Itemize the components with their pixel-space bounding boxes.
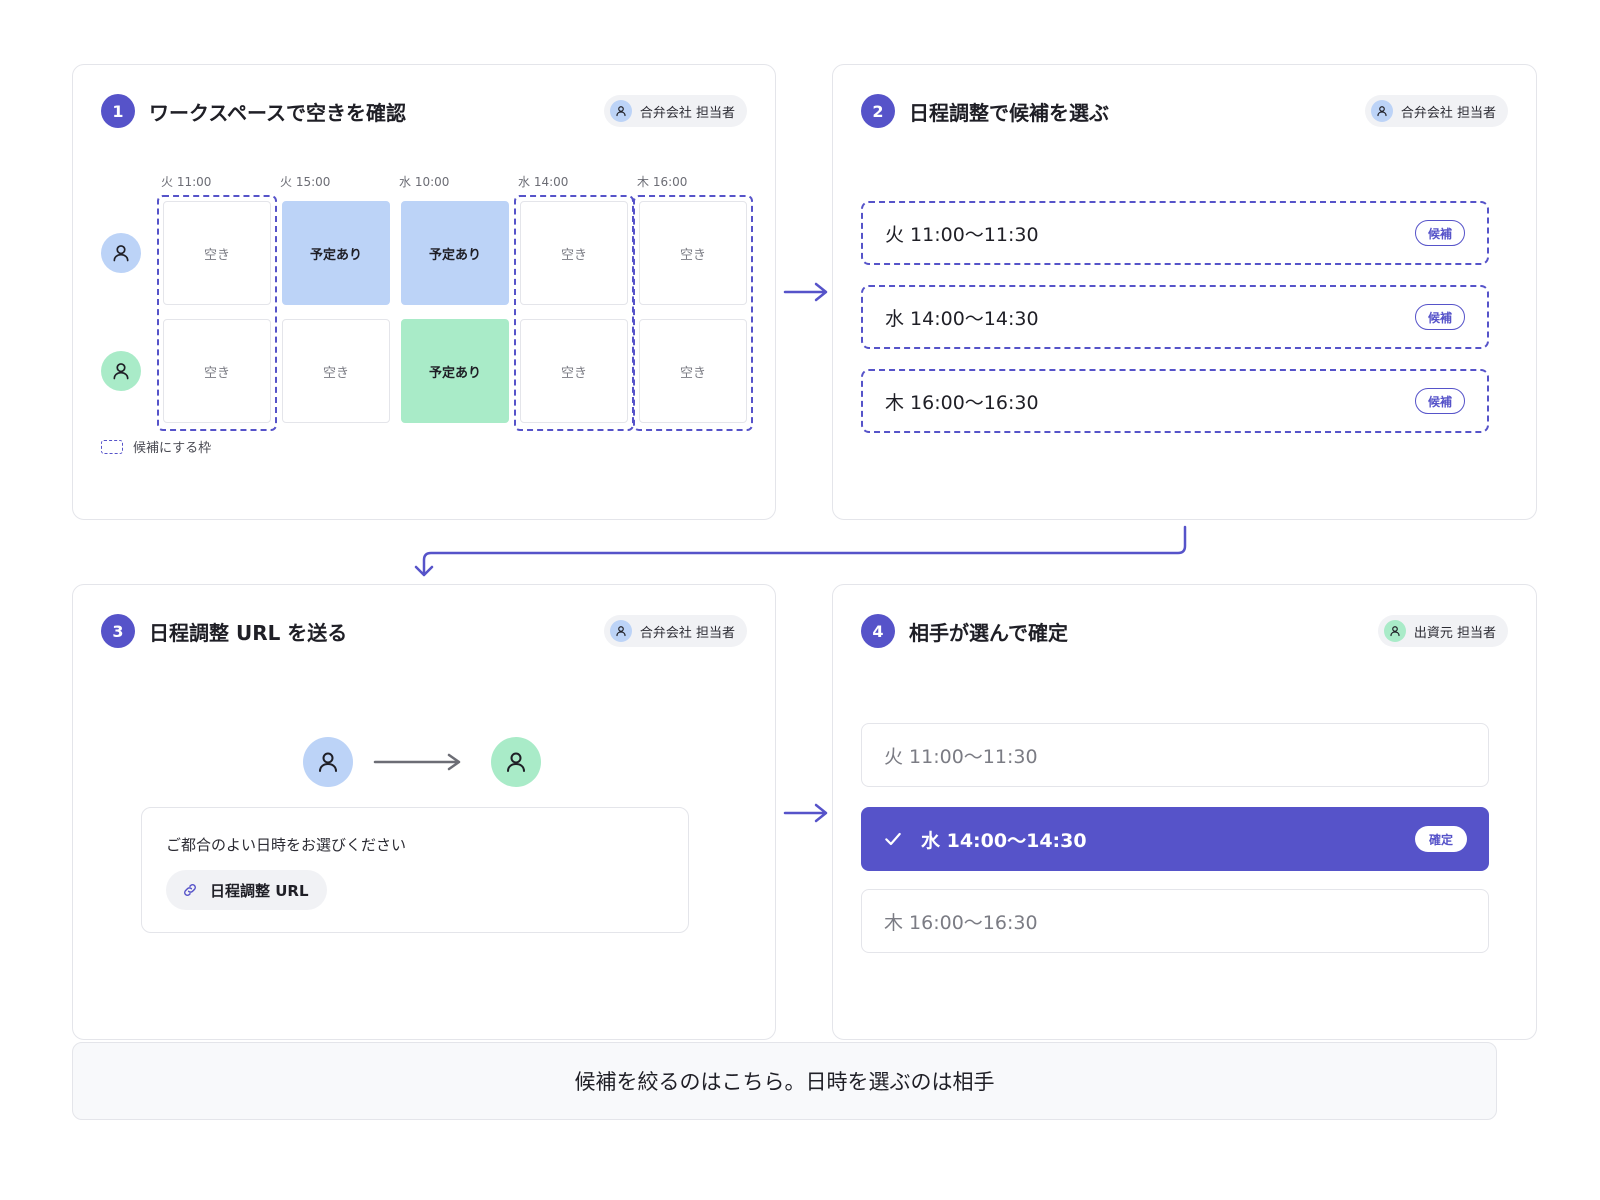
schedule-url-link[interactable]: 日程調整 URL <box>166 870 327 910</box>
candidate-slot[interactable]: 火 11:00〜11:30 候補 <box>861 201 1489 265</box>
slot-time: 木 16:00〜16:30 <box>884 911 1038 934</box>
link-icon <box>182 882 198 898</box>
slot-time: 木 16:00〜16:30 <box>885 391 1039 414</box>
role-label: 合弁会社 担当者 <box>1400 105 1496 121</box>
arrow-step3-to-step4 <box>783 803 828 823</box>
slot-cell-busy: 予定あり <box>282 201 390 305</box>
role-badge: 合弁会社 担当者 <box>603 95 747 127</box>
check-icon <box>883 829 903 849</box>
role-badge: 出資元 担当者 <box>1377 615 1508 647</box>
candidate-slot[interactable]: 木 16:00〜16:30 候補 <box>861 369 1489 433</box>
role-badge: 合弁会社 担当者 <box>1364 95 1508 127</box>
role-badge: 合弁会社 担当者 <box>603 615 747 647</box>
step-title: 日程調整で候補を選ぶ <box>909 100 1109 125</box>
step-number: 3 <box>101 614 135 648</box>
role-label: 合弁会社 担当者 <box>639 105 735 121</box>
slot-time: 火 11:00〜11:30 <box>884 745 1038 768</box>
column-label: 水 10:00 <box>399 175 450 189</box>
time-slot[interactable]: 火 11:00〜11:30 <box>861 723 1489 787</box>
candidate-frame <box>514 195 634 431</box>
candidate-tag: 候補 <box>1414 304 1465 330</box>
slot-cell-busy: 予定あり <box>401 201 509 305</box>
step-number: 1 <box>101 94 135 128</box>
step-4-card: 4 相手が選んで確定 出資元 担当者 火 11:00〜11:30 水 14:00… <box>832 584 1537 1040</box>
candidate-frame-swatch <box>101 439 123 454</box>
column-label: 木 16:00 <box>637 175 688 189</box>
user-icon <box>1370 100 1393 122</box>
user-icon-blue <box>101 233 141 273</box>
message-box: ご都合のよい日時をお選びください 日程調整 URL <box>141 807 689 933</box>
column-label: 火 15:00 <box>280 175 331 189</box>
time-slot[interactable]: 木 16:00〜16:30 <box>861 889 1489 953</box>
role-label: 出資元 担当者 <box>1413 625 1496 641</box>
candidate-tag: 候補 <box>1414 388 1465 414</box>
send-arrow-icon <box>373 753 461 771</box>
step-2-header: 2 日程調整で候補を選ぶ 合弁会社 担当者 <box>861 93 1508 129</box>
candidate-slot[interactable]: 水 14:00〜14:30 候補 <box>861 285 1489 349</box>
slot-time: 水 14:00〜14:30 <box>885 307 1039 330</box>
slot-cell: 空き <box>282 319 390 423</box>
user-icon <box>609 100 632 122</box>
slot-cell-busy: 予定あり <box>401 319 509 423</box>
schedule-url-label: 日程調整 URL <box>210 881 309 900</box>
message-text: ご都合のよい日時をお選びください <box>166 836 407 854</box>
confirmed-slot[interactable]: 水 14:00〜14:30 確定 <box>861 807 1489 871</box>
role-label: 合弁会社 担当者 <box>639 625 735 641</box>
user-icon <box>1383 620 1406 642</box>
arrow-step1-to-step2 <box>783 282 828 302</box>
user-icon-green <box>101 351 141 391</box>
arrow-step2-to-step3 <box>414 525 1187 577</box>
step-title: ワークスペースで空きを確認 <box>149 100 406 125</box>
recipient-user-icon <box>491 737 541 787</box>
column-label: 水 14:00 <box>518 175 569 189</box>
confirmed-tag: 確定 <box>1414 826 1467 852</box>
summary-banner: 候補を絞るのはこちら。日時を選ぶのは相手 <box>72 1042 1497 1120</box>
step-3-card: 3 日程調整 URL を送る 合弁会社 担当者 ご都合のよい日時をお選びください… <box>72 584 776 1040</box>
step-number: 2 <box>861 94 895 128</box>
candidate-tag: 候補 <box>1414 220 1465 246</box>
candidate-frame <box>633 195 753 431</box>
step-title: 相手が選んで確定 <box>909 620 1068 645</box>
step-3-header: 3 日程調整 URL を送る 合弁会社 担当者 <box>101 613 747 649</box>
step-number: 4 <box>861 614 895 648</box>
candidate-frame <box>157 195 277 431</box>
slot-time: 水 14:00〜14:30 <box>921 829 1087 852</box>
step-1-card: 1 ワークスペースで空きを確認 合弁会社 担当者 火 11:00 火 15:00… <box>72 64 776 520</box>
slot-time: 火 11:00〜11:30 <box>885 223 1039 246</box>
user-icon <box>609 620 632 642</box>
step-2-card: 2 日程調整で候補を選ぶ 合弁会社 担当者 火 11:00〜11:30 候補 水… <box>832 64 1537 520</box>
legend: 候補にする枠 <box>101 437 211 456</box>
legend-label: 候補にする枠 <box>133 441 212 456</box>
step-title: 日程調整 URL を送る <box>149 620 348 645</box>
column-label: 火 11:00 <box>161 175 212 189</box>
step-1-header: 1 ワークスペースで空きを確認 合弁会社 担当者 <box>101 93 747 129</box>
step-4-header: 4 相手が選んで確定 出資元 担当者 <box>861 613 1508 649</box>
sender-user-icon <box>303 737 353 787</box>
